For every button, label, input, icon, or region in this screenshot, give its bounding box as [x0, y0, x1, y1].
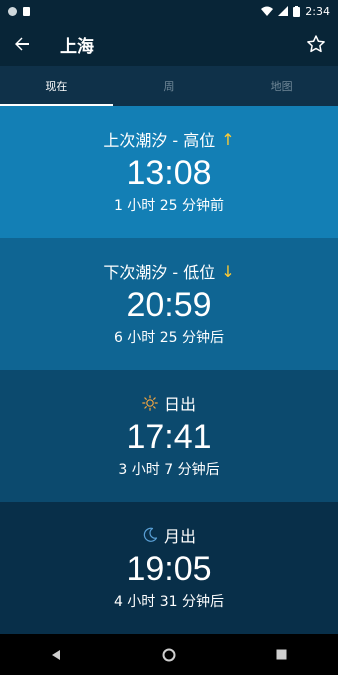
- next-tide-time: 20:59: [126, 286, 212, 324]
- moon-icon: [143, 527, 158, 542]
- nav-back-triangle-icon: [52, 649, 61, 660]
- tab-map[interactable]: 地图: [225, 66, 338, 106]
- moonrise-label: 月出: [163, 527, 196, 546]
- nav-home-circle-icon: [162, 648, 176, 661]
- app-bar: 上海: [0, 22, 338, 66]
- arrow-back-icon: [15, 37, 29, 51]
- moonrise-relative: 4 小时 31 分钟后: [113, 594, 225, 610]
- wifi-icon: [261, 6, 274, 16]
- back-button[interactable]: [0, 22, 44, 66]
- status-bar: 2:34: [0, 0, 338, 22]
- sd-card-icon: [23, 6, 30, 16]
- nav-recents-button[interactable]: [258, 634, 306, 675]
- sunrise-label: 日出: [163, 395, 196, 414]
- next-tide-card: 下次潮汐 - 低位 ↓ 20:59 6 小时 25 分钟后: [0, 238, 338, 370]
- sunrise-relative: 3 小时 7 分钟后: [118, 462, 220, 478]
- sunrise-time: 17:41: [126, 418, 212, 456]
- tab-week[interactable]: 周: [113, 66, 226, 106]
- last-tide-card: 上次潮汐 - 高位 ↑ 13:08 1 小时 25 分钟前: [0, 106, 338, 238]
- battery-icon: [293, 5, 301, 17]
- nav-recents-square-icon: [276, 649, 287, 660]
- arrow-down-icon: ↓: [221, 261, 235, 281]
- sunrise-label-row: 日出: [142, 391, 196, 415]
- last-tide-label-row: 上次潮汐 - 高位 ↑: [103, 127, 234, 151]
- sun-icon: [142, 395, 158, 411]
- last-tide-time: 13:08: [126, 154, 212, 192]
- next-tide-label: 下次潮汐 - 低位: [103, 263, 216, 282]
- moonrise-label-row: 月出: [142, 523, 196, 547]
- next-tide-relative: 6 小时 25 分钟后: [113, 330, 225, 346]
- notification-dot-icon: [8, 6, 17, 16]
- system-nav-bar: [0, 634, 338, 675]
- arrow-up-icon: ↑: [221, 129, 235, 149]
- moonrise-card: 月出 19:05 4 小时 31 分钟后: [0, 502, 338, 634]
- sunrise-card: 日出 17:41 3 小时 7 分钟后: [0, 370, 338, 502]
- last-tide-relative: 1 小时 25 分钟前: [113, 198, 225, 214]
- signal-icon: [278, 6, 289, 16]
- tab-bar: 现在 周 地图: [0, 66, 338, 106]
- favorite-button[interactable]: [294, 22, 338, 66]
- next-tide-label-row: 下次潮汐 - 低位 ↓: [103, 259, 234, 283]
- tab-now[interactable]: 现在: [0, 66, 113, 106]
- page-title: 上海: [60, 36, 94, 57]
- nav-home-button[interactable]: [145, 634, 193, 675]
- status-time: 2:34: [305, 4, 330, 18]
- star-outline-icon: [307, 35, 325, 53]
- nav-back-button[interactable]: [32, 634, 80, 675]
- last-tide-label: 上次潮汐 - 高位: [103, 131, 216, 150]
- moonrise-time: 19:05: [126, 550, 212, 588]
